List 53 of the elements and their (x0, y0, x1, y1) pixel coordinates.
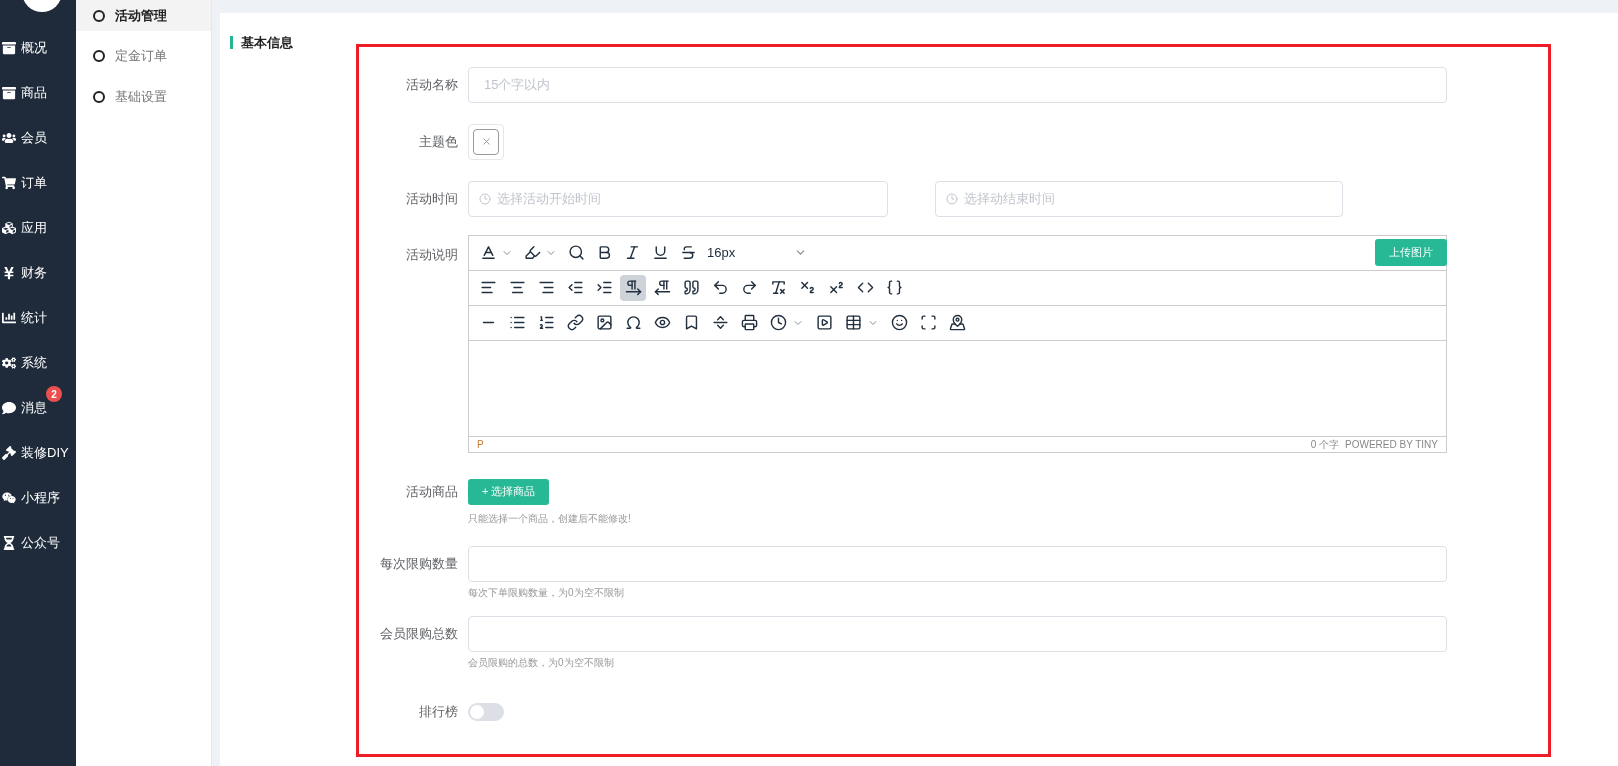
sidebar-item[interactable]: 财务 (0, 250, 76, 295)
clock-icon (946, 192, 958, 205)
field-label: 活动商品 (406, 483, 458, 499)
hint-text: 会员限购的总数，为0为空不限制 (468, 656, 614, 668)
field-label: 活动时间 (406, 190, 458, 206)
sidebar-item[interactable]: 应用 (0, 205, 76, 250)
box-icon (2, 40, 16, 55)
powered-by-text: POWERED BY TINY (1345, 437, 1438, 452)
text-field[interactable]: 15个字以内 (468, 66, 1447, 103)
users-icon (2, 130, 16, 145)
accent-bar (230, 36, 233, 50)
sidebar-item[interactable]: 商品 (0, 70, 76, 115)
number-field[interactable] (468, 545, 1447, 582)
field-label: 活动名称 (406, 76, 458, 92)
submenu-item[interactable]: 定金订单 (76, 40, 211, 72)
hint-text: 每次下单限购数量，为0为空不限制 (468, 586, 624, 598)
font-size-select[interactable]: 16px (703, 239, 811, 266)
field-label: 活动说明 (406, 246, 458, 262)
chat-bubbles-icon (2, 490, 16, 505)
field-label: 排行榜 (419, 703, 458, 719)
toggle-switch[interactable] (468, 702, 504, 721)
word-count: 0 个字 (1310, 437, 1339, 452)
cubes-icon (2, 220, 16, 235)
sidebar-item[interactable]: 统计 (0, 295, 76, 340)
submenu-item[interactable]: 基础设置 (76, 81, 211, 113)
section-title: 基本信息 (241, 34, 293, 52)
field-label: 每次限购数量 (380, 555, 458, 571)
bar-chart-icon (2, 310, 16, 325)
sidebar-item[interactable]: 小程序 (0, 475, 76, 520)
left-to-right-icon[interactable] (620, 274, 646, 301)
submenu-item[interactable]: 活动管理 (76, 0, 211, 31)
cart-icon (2, 175, 16, 190)
chat-icon (2, 400, 16, 415)
hammer-icon (2, 445, 16, 460)
yen-icon (2, 265, 16, 280)
gears-icon (2, 355, 16, 370)
sidebar-item[interactable]: 系统 (0, 340, 76, 385)
color-picker[interactable] (468, 123, 504, 160)
field-label: 会员限购总数 (380, 625, 458, 641)
sidebar-item[interactable]: 概况 (0, 25, 76, 70)
close-icon (480, 136, 492, 147)
clock-icon (479, 192, 491, 205)
sidebar-item[interactable]: 公众号 (0, 520, 76, 565)
sidebar-item[interactable]: 会员 (0, 115, 76, 160)
sidebar-item[interactable]: 订单 (0, 160, 76, 205)
element-path: P (477, 437, 484, 452)
box-icon (2, 85, 16, 100)
badge: 2 (46, 386, 62, 402)
sidebar-item[interactable]: 消息 2 (0, 385, 76, 430)
hourglass-icon (2, 535, 16, 550)
field-label: 主题色 (419, 133, 458, 149)
sidebar-item[interactable]: 装修DIY (0, 430, 76, 475)
number-field[interactable] (468, 615, 1447, 652)
